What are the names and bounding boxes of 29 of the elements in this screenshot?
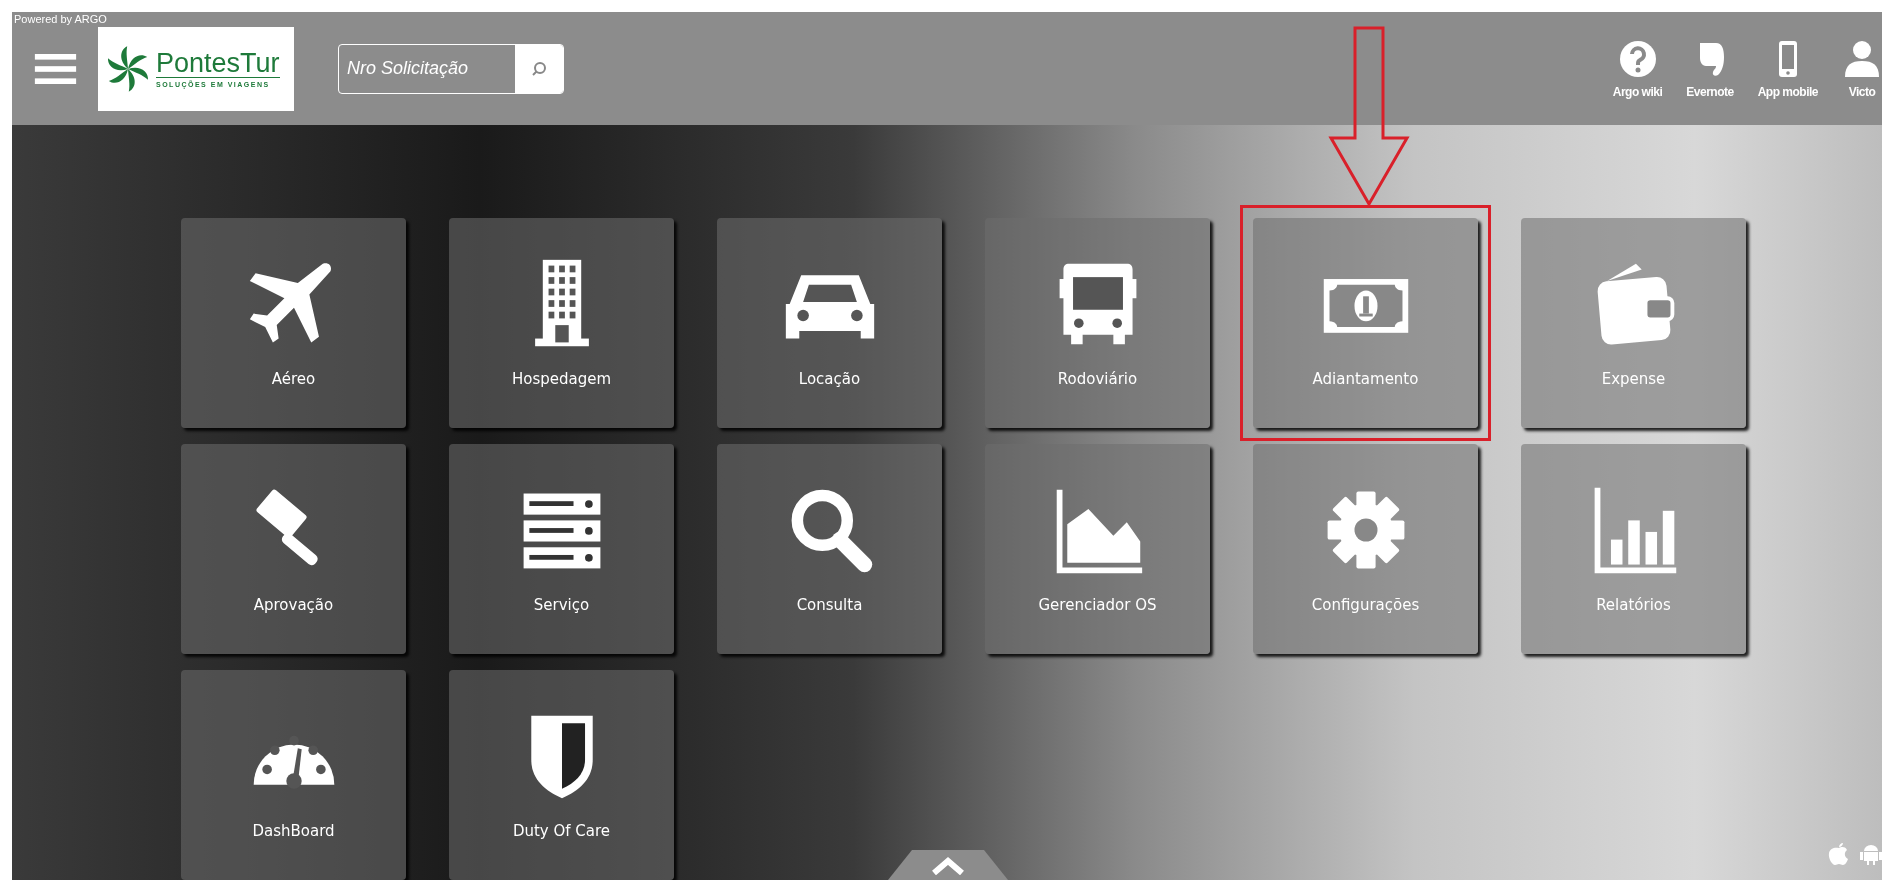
search-button[interactable] — [515, 44, 563, 93]
menu-tile[interactable]: Serviço — [449, 444, 674, 654]
menu-tile[interactable]: Configurações — [1253, 444, 1478, 654]
logo-name: PontesTur — [156, 49, 280, 78]
header-link[interactable]: App mobile — [1751, 38, 1824, 99]
search-icon — [531, 60, 547, 77]
menu-tile[interactable]: Aprovação — [181, 444, 406, 654]
menu-tile[interactable]: Gerenciador OS — [985, 444, 1210, 654]
search-field[interactable]: Nro Solicitação — [338, 43, 564, 94]
menu-tile[interactable]: Aéreo — [181, 218, 406, 428]
user-icon — [1842, 38, 1882, 79]
apple-icon[interactable] — [1828, 842, 1850, 866]
menu-icon[interactable] — [34, 53, 77, 84]
menu-tile[interactable]: Relatórios — [1521, 444, 1746, 654]
header-link[interactable]: Argo wiki — [1606, 38, 1669, 99]
menu-tile[interactable]: Hospedagem — [449, 218, 674, 428]
header-link[interactable]: Victo — [1836, 38, 1882, 99]
menu-tile[interactable]: Rodoviário — [985, 218, 1210, 428]
menu-tile[interactable]: DashBoard — [181, 670, 406, 880]
header-link[interactable]: Evernote — [1680, 38, 1740, 99]
menu-tile[interactable]: Expense — [1521, 218, 1746, 428]
menu-tile[interactable]: Adiantamento — [1253, 218, 1478, 428]
android-icon[interactable] — [1860, 842, 1882, 866]
powered-by-text: Powered by ARGO — [14, 13, 107, 25]
search-input[interactable]: Nro Solicitação — [339, 44, 515, 93]
menu-tile[interactable]: Consulta — [717, 444, 942, 654]
help-icon — [1617, 38, 1658, 79]
menu-tile[interactable]: Locação — [717, 218, 942, 428]
menu-tile[interactable]: Duty Of Care — [449, 670, 674, 880]
